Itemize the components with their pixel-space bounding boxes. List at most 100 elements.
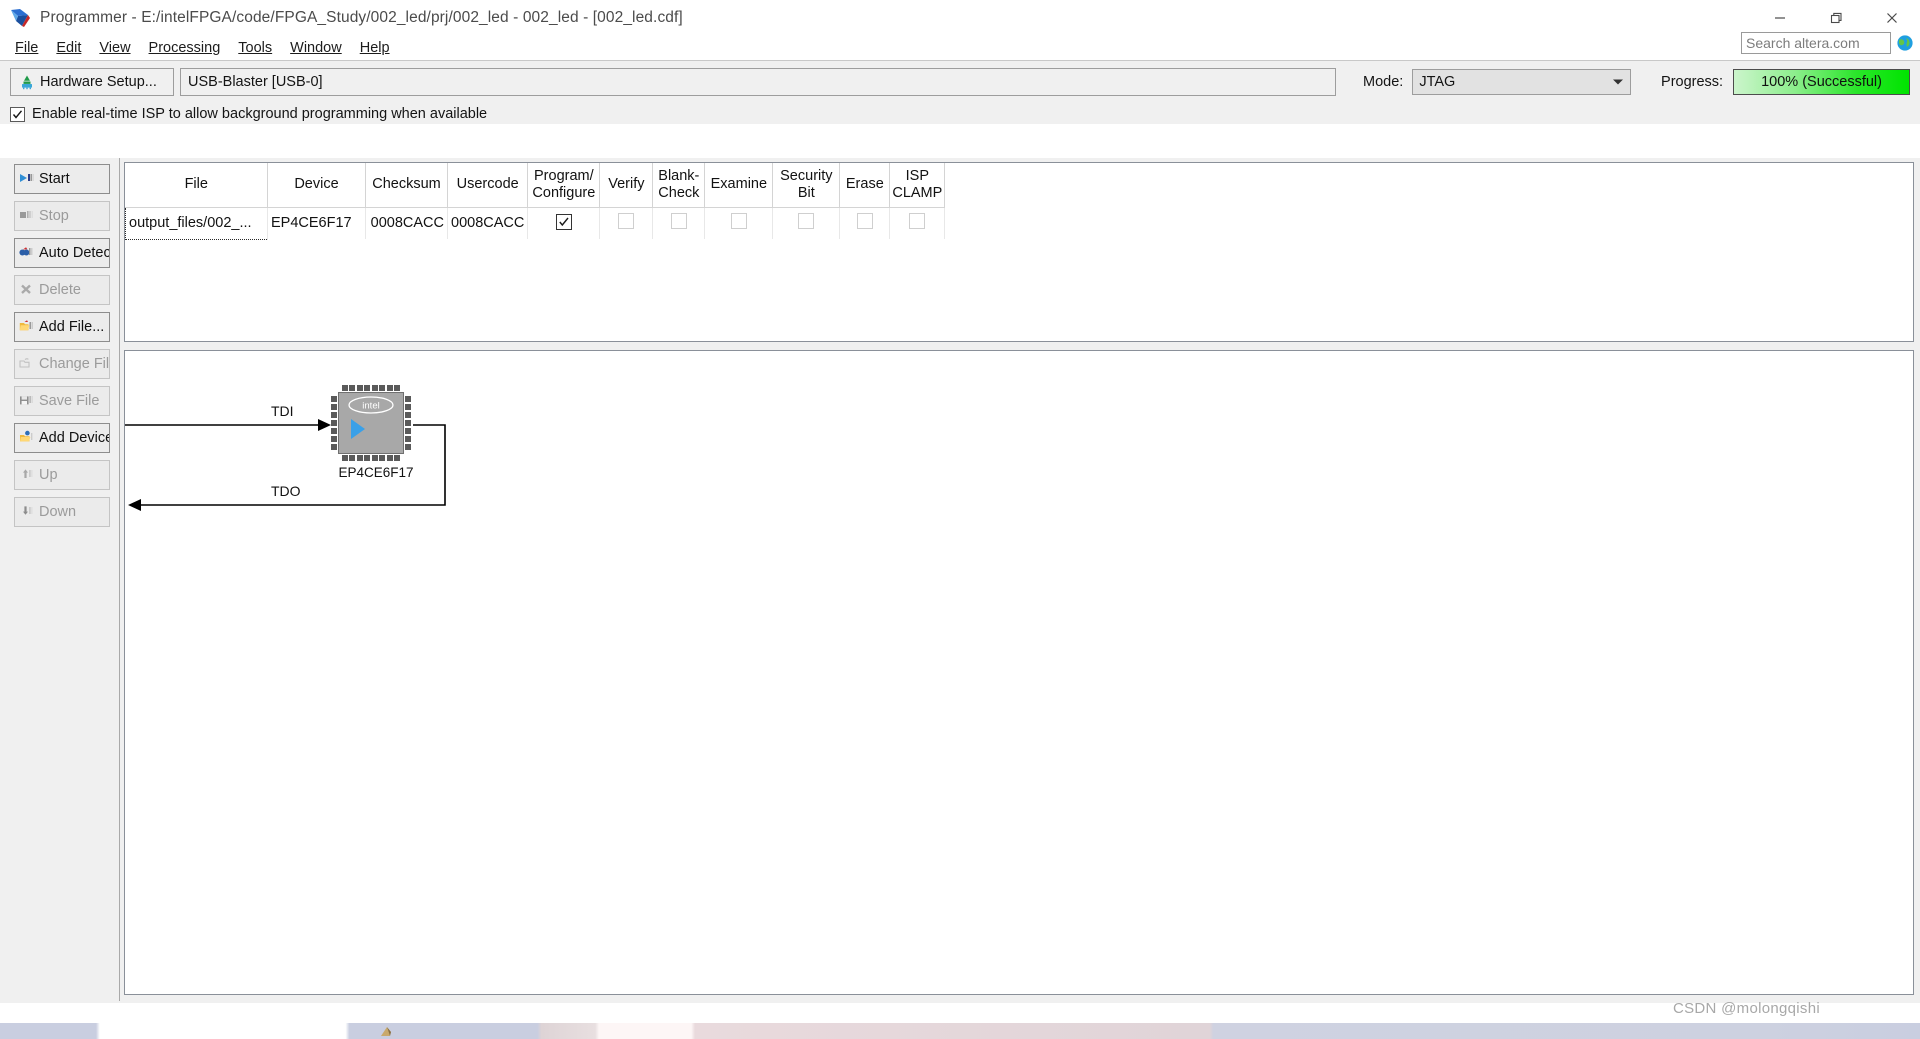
column-header-security-bit[interactable]: Security Bit [772,163,841,208]
up-button: Up [14,460,110,490]
stop-icon [19,208,35,224]
menu-window-label: Window [290,40,342,56]
header-label-erase: Erase [845,176,884,193]
cell-isp-clamp[interactable] [889,207,946,239]
menu-item-processing[interactable]: Processing [140,39,230,57]
start-label: Start [39,171,70,187]
auto-detect-icon [19,245,35,261]
add-device-icon [19,430,35,446]
save-file-label: Save File [39,393,100,409]
menu-item-view[interactable]: View [90,39,139,57]
hardware-icon [19,74,35,90]
column-header-isp-clamp[interactable]: ISP CLAMP [889,163,946,208]
header-label-usercode: Usercode [456,176,519,193]
header-label-examine: Examine [710,176,768,193]
delete-button: Delete [14,275,110,305]
column-header-verify[interactable]: Verify [599,163,654,208]
column-header-examine[interactable]: Examine [704,163,774,208]
column-header-program-configure[interactable]: Program/ Configure [527,163,601,208]
configure-arrow-icon [351,419,365,439]
auto-detect-button[interactable]: Auto Detec [14,238,110,268]
menu-file-label: File [15,40,39,56]
chip-pins-left [331,396,337,450]
header-label-file: File [184,176,208,193]
program-configure-checkbox[interactable] [555,214,572,231]
column-header-file[interactable]: File [125,163,268,208]
programming-table: File Device Checksum Usercode Program/ C… [125,163,946,240]
close-icon[interactable] [1864,0,1920,36]
column-header-erase[interactable]: Erase [839,163,891,208]
taskbar-app-icon[interactable] [378,1025,394,1037]
jtag-chain-canvas: TDI TDO intel EP4CE6F17 [125,351,1913,994]
add-device-button[interactable]: Add Device [14,423,110,453]
main-content: Start Stop Auto Detec Delete Add File...… [0,158,1920,1003]
menu-view-label: View [99,40,131,56]
column-header-blank-check[interactable]: Blank- Check [652,163,706,208]
menu-item-window[interactable]: Window [281,39,351,57]
save-file-icon [19,393,35,409]
programmer-icon [8,6,34,30]
column-header-device[interactable]: Device [267,163,366,208]
globe-icon[interactable] [1896,34,1914,52]
blank-check-checkbox[interactable] [670,213,687,230]
cell-blank-check[interactable] [652,207,706,239]
arrow-down-icon [19,504,35,520]
programming-table-panel: File Device Checksum Usercode Program/ C… [124,162,1914,342]
isp-clamp-checkbox[interactable] [909,213,926,230]
column-header-usercode[interactable]: Usercode [447,163,529,208]
toolbar-row-primary: Hardware Setup... USB-Blaster [USB-0] Mo… [10,67,1910,97]
cell-examine[interactable] [704,207,774,239]
cell-file[interactable]: output_files/002_... [125,206,268,240]
menu-item-tools[interactable]: Tools [229,39,281,57]
up-label: Up [39,467,58,483]
mode-dropdown[interactable]: JTAG [1412,69,1632,95]
examine-checkbox[interactable] [730,213,747,230]
chip-device-label: EP4CE6F17 [338,465,414,480]
start-button[interactable]: Start [14,164,110,194]
hardware-setup-label: Hardware Setup... [40,74,157,90]
tdo-label: TDO [271,483,301,499]
watermark-text: CSDN @molongqishi [1672,1000,1820,1017]
isp-checkbox-label: Enable real-time ISP to allow background… [32,106,488,122]
menu-item-file[interactable]: File [6,39,47,57]
header-label-security-bit: Security Bit [780,167,833,201]
header-label-device: Device [294,176,339,193]
tdi-label: TDI [271,403,294,419]
stop-button: Stop [14,201,110,231]
cell-device: EP4CE6F17 [267,207,366,239]
cell-verify[interactable] [599,207,654,239]
verify-checkbox[interactable] [618,213,635,230]
cell-erase[interactable] [839,207,891,239]
restore-icon[interactable] [1808,0,1864,36]
isp-checkbox[interactable] [10,106,25,122]
jtag-chain-wires [125,419,446,511]
header-label-checksum: Checksum [372,176,441,193]
cell-security-bit[interactable] [772,207,841,239]
toolbar-row-isp: Enable real-time ISP to allow background… [10,101,1910,127]
hardware-device-field[interactable]: USB-Blaster [USB-0] [180,68,1336,96]
minimize-icon[interactable] [1752,0,1808,36]
programmer-toolbar: Hardware Setup... USB-Blaster [USB-0] Mo… [0,60,1920,124]
menu-item-help[interactable]: Help [351,39,399,57]
hardware-setup-button[interactable]: Hardware Setup... [10,68,174,96]
cell-program-configure[interactable] [527,207,601,239]
table-header-row: File Device Checksum Usercode Program/ C… [125,163,946,208]
table-row[interactable]: output_files/002_... EP4CE6F17 0008CACC … [125,206,946,240]
intel-logo: intel [347,396,395,414]
search-input[interactable]: Search altera.com [1741,32,1891,54]
change-file-label: Change File [39,356,110,372]
erase-checkbox[interactable] [856,213,873,230]
jtag-chain-panel[interactable]: TDI TDO intel EP4CE6F17 [124,350,1914,995]
header-label-blank-check: Blank- Check [658,167,700,201]
cell-checksum: 0008CACC [365,207,448,239]
arrow-up-icon [19,467,35,483]
change-file-icon [19,356,35,372]
menu-item-edit[interactable]: Edit [47,39,90,57]
add-file-button[interactable]: Add File... [14,312,110,342]
progress-label: Progress: [1661,74,1724,90]
column-header-checksum[interactable]: Checksum [365,163,448,208]
taskbar-strip[interactable] [0,1023,1920,1039]
auto-detect-label: Auto Detec [39,245,110,261]
chip-pins-right [405,396,411,450]
security-bit-checkbox[interactable] [798,213,815,230]
